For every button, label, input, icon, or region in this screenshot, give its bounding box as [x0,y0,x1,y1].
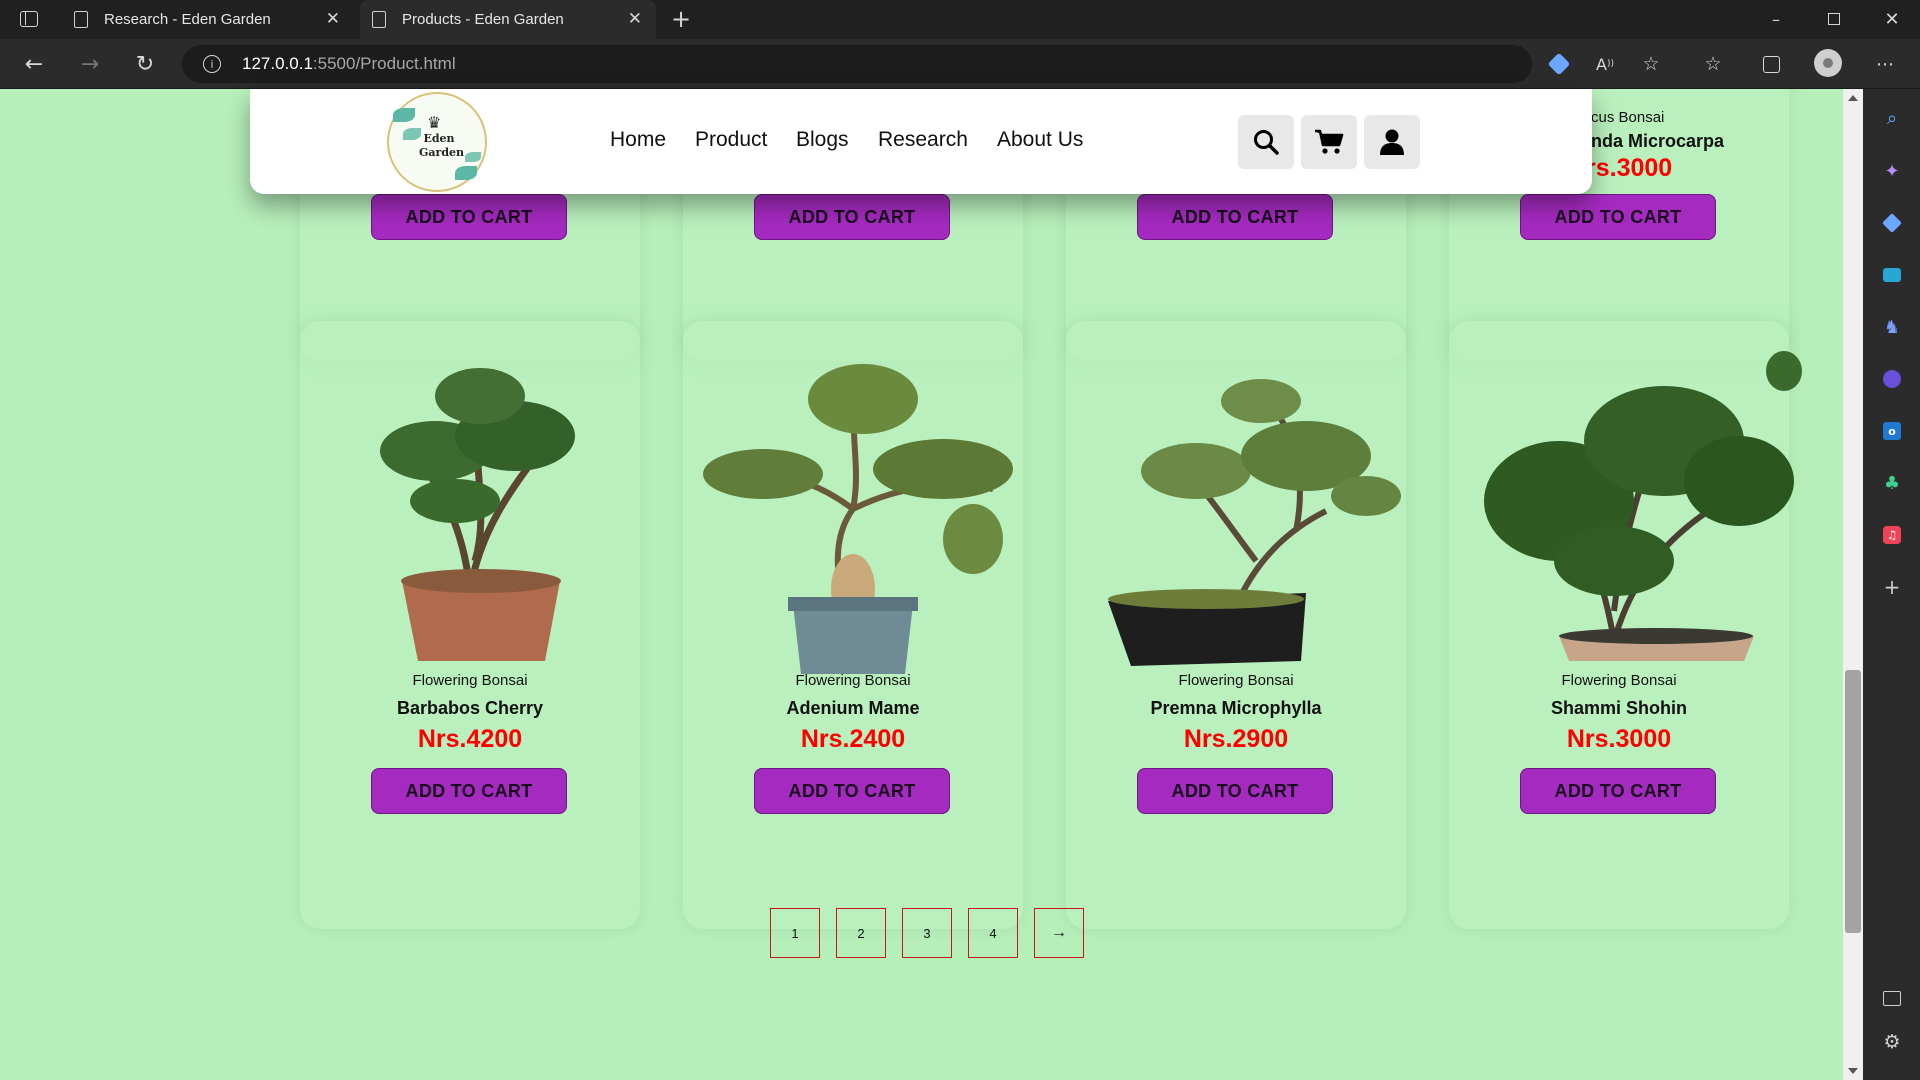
site-info-icon[interactable]: i [202,54,222,74]
back-icon[interactable]: ← [20,51,48,77]
shopping-tag-icon[interactable] [1879,210,1905,236]
page-4-button[interactable]: 4 [968,908,1018,958]
product-name: Adenium Mame [786,698,920,718]
add-to-cart-button[interactable]: ADD TO CART [1520,768,1716,814]
page-1-button[interactable]: 1 [770,908,820,958]
product-price: Nrs.2400 [800,725,906,753]
drop-icon[interactable]: ♣ [1879,470,1905,496]
close-window-icon[interactable]: ✕ [1880,8,1904,30]
document-icon [372,11,386,28]
nav-about-us[interactable]: About Us [997,128,1083,152]
product-category: Flowering Bonsai [795,672,911,689]
cart-icon [1315,129,1344,154]
office-icon[interactable] [1879,366,1905,392]
forward-icon[interactable]: → [76,51,104,77]
product-card: Flowering Bonsai Premna Microphylla Nrs.… [1066,321,1406,929]
new-tab-icon[interactable]: + [668,5,694,33]
crown-icon: ♛ [427,113,442,132]
page-3-button[interactable]: 3 [902,908,952,958]
close-icon[interactable]: ✕ [326,9,340,29]
add-to-cart-button[interactable]: ADD TO CART [1137,768,1333,814]
product-category: Flowering Bonsai [412,672,528,689]
bonsai-image [1484,351,1802,661]
next-page-button[interactable]: → [1034,908,1084,958]
coupon-tag-icon[interactable] [1547,52,1571,76]
add-to-cart-button[interactable]: ADD TO CART [754,194,950,240]
nav-home[interactable]: Home [610,128,666,152]
url-host: 127.0.0.1 [242,54,313,73]
games-icon[interactable]: ♞ [1879,314,1905,340]
add-to-cart-button[interactable]: ADD TO CART [754,768,950,814]
site-navbar: ♛ Eden Garden Home Product Blogs Research… [250,89,1592,194]
product-card: Flowering Bonsai Adenium Mame Nrs.2400 A… [683,321,1023,929]
outlook-icon[interactable]: o [1879,418,1905,444]
product-price: Nrs.2900 [1183,725,1289,753]
bonsai-image [703,364,1013,674]
user-icon [1380,129,1404,155]
cart-button[interactable] [1301,115,1357,169]
add-sidebar-app-icon[interactable]: + [1879,574,1905,600]
logo-text: Eden Garden [419,132,465,159]
product-name: Shammi Shohin [1550,698,1687,718]
product-card: Flowering Bonsai Barbabos Cherry Nrs.420… [300,321,640,929]
product-category: Flowering Bonsai [1561,672,1677,689]
browser-sidebar: ⌕ ✦ ♞ o ♣ ♫ + ⚙ [1863,89,1920,1080]
account-button[interactable] [1364,115,1420,169]
document-icon [74,11,88,28]
product-price: rs.3000 [1586,154,1673,182]
browser-tab-bar: Research - Eden Garden ✕ Products - Eden… [0,0,1920,39]
add-to-cart-button[interactable]: ADD TO CART [1520,194,1716,240]
restore-icon[interactable] [1822,8,1846,30]
nav-research[interactable]: Research [878,128,968,152]
more-options-icon[interactable]: ⋯ [1872,52,1898,76]
tab-title: Research - Eden Garden [104,11,271,28]
collections-icon[interactable] [1758,52,1784,76]
search-icon[interactable]: ⌕ [1879,105,1905,131]
address-bar[interactable]: i 127.0.0.1:5500/Product.html [182,45,1571,83]
copilot-icon[interactable]: ✦ [1879,158,1905,184]
hide-sidebar-icon[interactable] [1879,985,1905,1011]
product-category: cus Bonsai [1591,109,1665,126]
product-name: anda Microcarpa [1581,131,1725,151]
eden-garden-logo[interactable]: ♛ Eden Garden [387,92,487,192]
product-price: Nrs.3000 [1566,725,1672,753]
search-button[interactable] [1238,115,1294,169]
nav-product[interactable]: Product [695,128,767,152]
tab-title: Products - Eden Garden [402,11,564,28]
product-name: Barbabos Cherry [396,698,544,718]
nav-blogs[interactable]: Blogs [796,128,849,152]
profile-avatar-icon[interactable] [1814,49,1842,77]
minimize-icon[interactable]: – [1764,8,1788,30]
read-aloud-icon[interactable]: A)) [1592,52,1618,76]
favorites-icon[interactable]: ☆ [1700,52,1726,76]
scrollbar-thumb[interactable] [1845,670,1861,933]
product-price: Nrs.4200 [417,725,523,753]
product-card: Flowering Bonsai Shammi Shohin Nrs.3000 … [1449,321,1802,929]
bonsai-image [1108,379,1401,666]
bonsai-image [380,368,575,661]
tab-products[interactable]: Products - Eden Garden ✕ [360,0,656,39]
add-to-cart-button[interactable]: ADD TO CART [1137,194,1333,240]
page-viewport: ADD TO CART ADD TO CART ADD TO CART cus … [0,89,1843,1080]
page-2-button[interactable]: 2 [836,908,886,958]
product-category: Flowering Bonsai [1178,672,1294,689]
settings-gear-icon[interactable]: ⚙ [1879,1029,1905,1055]
url-text[interactable]: 127.0.0.1:5500/Product.html [242,54,456,74]
url-path: :5500/Product.html [312,54,456,73]
add-favorite-icon[interactable]: ☆ [1638,52,1664,76]
close-icon[interactable]: ✕ [628,9,642,29]
music-icon[interactable]: ♫ [1879,522,1905,548]
add-to-cart-button[interactable]: ADD TO CART [371,768,567,814]
add-to-cart-button[interactable]: ADD TO CART [371,194,567,240]
refresh-icon[interactable]: ↻ [131,51,159,77]
tools-icon[interactable] [1879,262,1905,288]
tab-actions-icon[interactable] [18,9,40,29]
product-name: Premna Microphylla [1150,698,1322,718]
tab-research[interactable]: Research - Eden Garden ✕ [62,0,354,39]
search-icon [1254,130,1279,155]
